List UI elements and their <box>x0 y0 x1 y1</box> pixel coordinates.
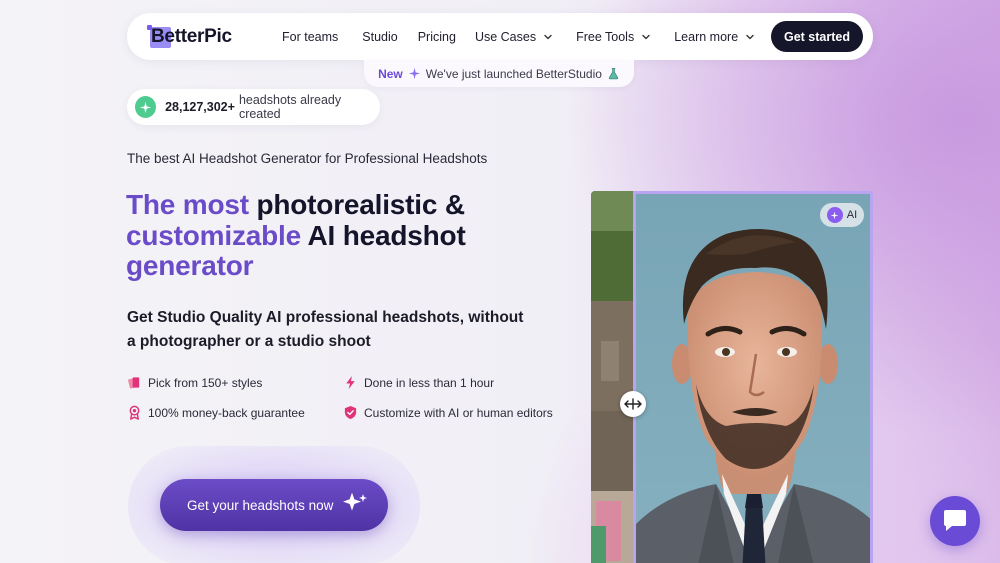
feature-item: 100% money-back guarantee <box>127 405 305 420</box>
top-navbar: BetterPic For teams Studio Pricing Use C… <box>127 13 873 60</box>
feature-item: Pick from 150+ styles <box>127 375 262 390</box>
feature-item: Customize with AI or human editors <box>343 405 553 420</box>
nav-link-studio[interactable]: Studio <box>362 30 397 44</box>
counter-number: 28,127,302+ <box>165 100 235 114</box>
headshot-portrait <box>636 194 870 563</box>
before-photo <box>591 191 633 563</box>
nav-link-free-tools[interactable]: Free Tools <box>576 30 652 44</box>
chevron-down-icon <box>544 34 552 39</box>
get-headshots-button[interactable]: Get your headshots now <box>160 479 388 531</box>
feature-item: Done in less than 1 hour <box>343 375 494 390</box>
headshot-counter: 28,127,302+ headshots already created <box>127 89 380 125</box>
nav-link-pricing[interactable]: Pricing <box>418 30 456 44</box>
styles-icon <box>128 377 140 389</box>
nav-link-learn-more[interactable]: Learn more <box>674 30 756 44</box>
hero-headline: The most photorealistic & customizable A… <box>126 189 466 281</box>
logo[interactable]: BetterPic <box>147 23 232 51</box>
ai-badge: AI <box>820 203 864 227</box>
sparkle-icon <box>343 493 368 511</box>
hero-subheadline: Get Studio Quality AI professional heads… <box>127 309 524 350</box>
sparkle-icon <box>408 67 420 80</box>
chevron-down-icon <box>642 34 650 39</box>
hero-tagline: The best AI Headshot Generator for Profe… <box>127 151 488 166</box>
flask-icon <box>608 68 619 80</box>
counter-label: headshots already created <box>238 93 342 121</box>
after-photo <box>633 191 873 563</box>
compare-slider-handle[interactable] <box>620 391 646 417</box>
chat-bubble-icon <box>944 510 966 531</box>
lightning-icon <box>346 375 355 390</box>
announcement-badge: New <box>378 66 403 81</box>
nav-link-use-cases[interactable]: Use Cases <box>475 30 554 44</box>
before-after-comparison[interactable] <box>591 191 873 563</box>
chat-launcher-button[interactable] <box>930 496 980 546</box>
sparkle-icon <box>135 96 157 118</box>
arrows-horizontal-icon <box>624 398 642 410</box>
award-icon <box>129 405 140 420</box>
announcement-text: We've just launched BetterStudio <box>425 66 602 81</box>
get-started-button[interactable]: Get started <box>771 21 863 52</box>
logo-text: BetterPic <box>151 26 232 47</box>
announcement-bar[interactable]: New We've just launched BetterStudio <box>364 60 634 87</box>
shield-check-icon <box>344 405 357 420</box>
chevron-down-icon <box>746 34 754 39</box>
sparkle-icon <box>826 207 843 223</box>
nav-links: For teams Studio Pricing Use Cases Free … <box>282 13 756 60</box>
nav-link-for-teams[interactable]: For teams <box>282 30 338 44</box>
